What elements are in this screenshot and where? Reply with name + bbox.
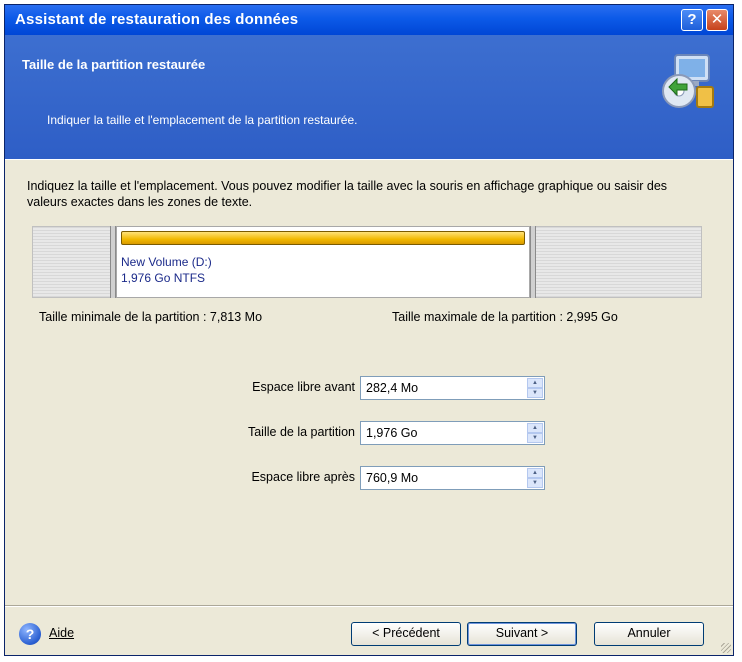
partition-size-spin-arrows[interactable]: ▲ ▼: [527, 423, 543, 443]
spin-down-icon[interactable]: ▼: [527, 388, 543, 398]
free-after-label: Espace libre après: [251, 470, 355, 484]
help-label[interactable]: Aide: [49, 626, 74, 640]
field-row-free-after: Espace libre après 760,9 Mo ▲ ▼: [5, 466, 742, 492]
field-row-free-before: Espace libre avant 282,4 Mo ▲ ▼: [5, 376, 742, 402]
free-after-value[interactable]: 760,9 Mo: [366, 471, 418, 485]
cancel-button[interactable]: Annuler: [594, 622, 704, 646]
spin-up-icon[interactable]: ▲: [527, 378, 543, 388]
title-close-button[interactable]: ✕: [706, 9, 728, 31]
next-button[interactable]: Suivant >: [467, 622, 577, 646]
partition-block[interactable]: New Volume (D:) 1,976 Go NTFS: [116, 226, 530, 298]
free-before-spinbox[interactable]: 282,4 Mo ▲ ▼: [360, 376, 545, 400]
header-subtitle: Indiquer la taille et l'emplacement de l…: [47, 113, 358, 127]
resize-grip-icon[interactable]: [721, 643, 731, 653]
wizard-window: Assistant de restauration des données ? …: [4, 4, 734, 656]
min-size-label: Taille minimale de la partition : 7,813 …: [39, 310, 263, 324]
spin-up-icon[interactable]: ▲: [527, 423, 543, 433]
free-after-spinbox[interactable]: 760,9 Mo ▲ ▼: [360, 466, 545, 490]
previous-button[interactable]: < Précédent: [351, 622, 461, 646]
disk-map[interactable]: New Volume (D:) 1,976 Go NTFS: [32, 226, 702, 298]
max-size-label: Taille maximale de la partition : 2,995 …: [392, 310, 618, 324]
free-after-spin-arrows[interactable]: ▲ ▼: [527, 468, 543, 488]
header-title: Taille de la partition restaurée: [22, 57, 206, 72]
resize-handle-right[interactable]: [530, 226, 536, 298]
restore-computer-icon: [662, 54, 714, 108]
free-before-label: Espace libre avant: [252, 380, 355, 394]
partition-info: 1,976 Go NTFS: [121, 271, 206, 285]
spin-up-icon[interactable]: ▲: [527, 468, 543, 478]
spin-down-icon[interactable]: ▼: [527, 433, 543, 443]
partition-name: New Volume (D:): [121, 255, 212, 269]
free-before-value[interactable]: 282,4 Mo: [366, 381, 418, 395]
field-row-partition-size: Taille de la partition 1,976 Go ▲ ▼: [5, 421, 742, 447]
title-bar[interactable]: Assistant de restauration des données ? …: [5, 5, 733, 35]
window-title: Assistant de restauration des données: [15, 11, 299, 28]
partition-size-spinbox[interactable]: 1,976 Go ▲ ▼: [360, 421, 545, 445]
intro-text: Indiquez la taille et l'emplacement. Vou…: [27, 179, 668, 209]
partition-size-label: Taille de la partition: [247, 425, 355, 439]
title-help-button[interactable]: ?: [681, 9, 703, 31]
partition-usage-bar: [121, 231, 525, 245]
free-before-spin-arrows[interactable]: ▲ ▼: [527, 378, 543, 398]
footer-separator: [5, 605, 733, 607]
partition-size-value[interactable]: 1,976 Go: [366, 426, 417, 440]
wizard-header: Taille de la partition restaurée Indique…: [5, 35, 733, 160]
help-icon[interactable]: ?: [19, 623, 41, 645]
spin-down-icon[interactable]: ▼: [527, 478, 543, 488]
